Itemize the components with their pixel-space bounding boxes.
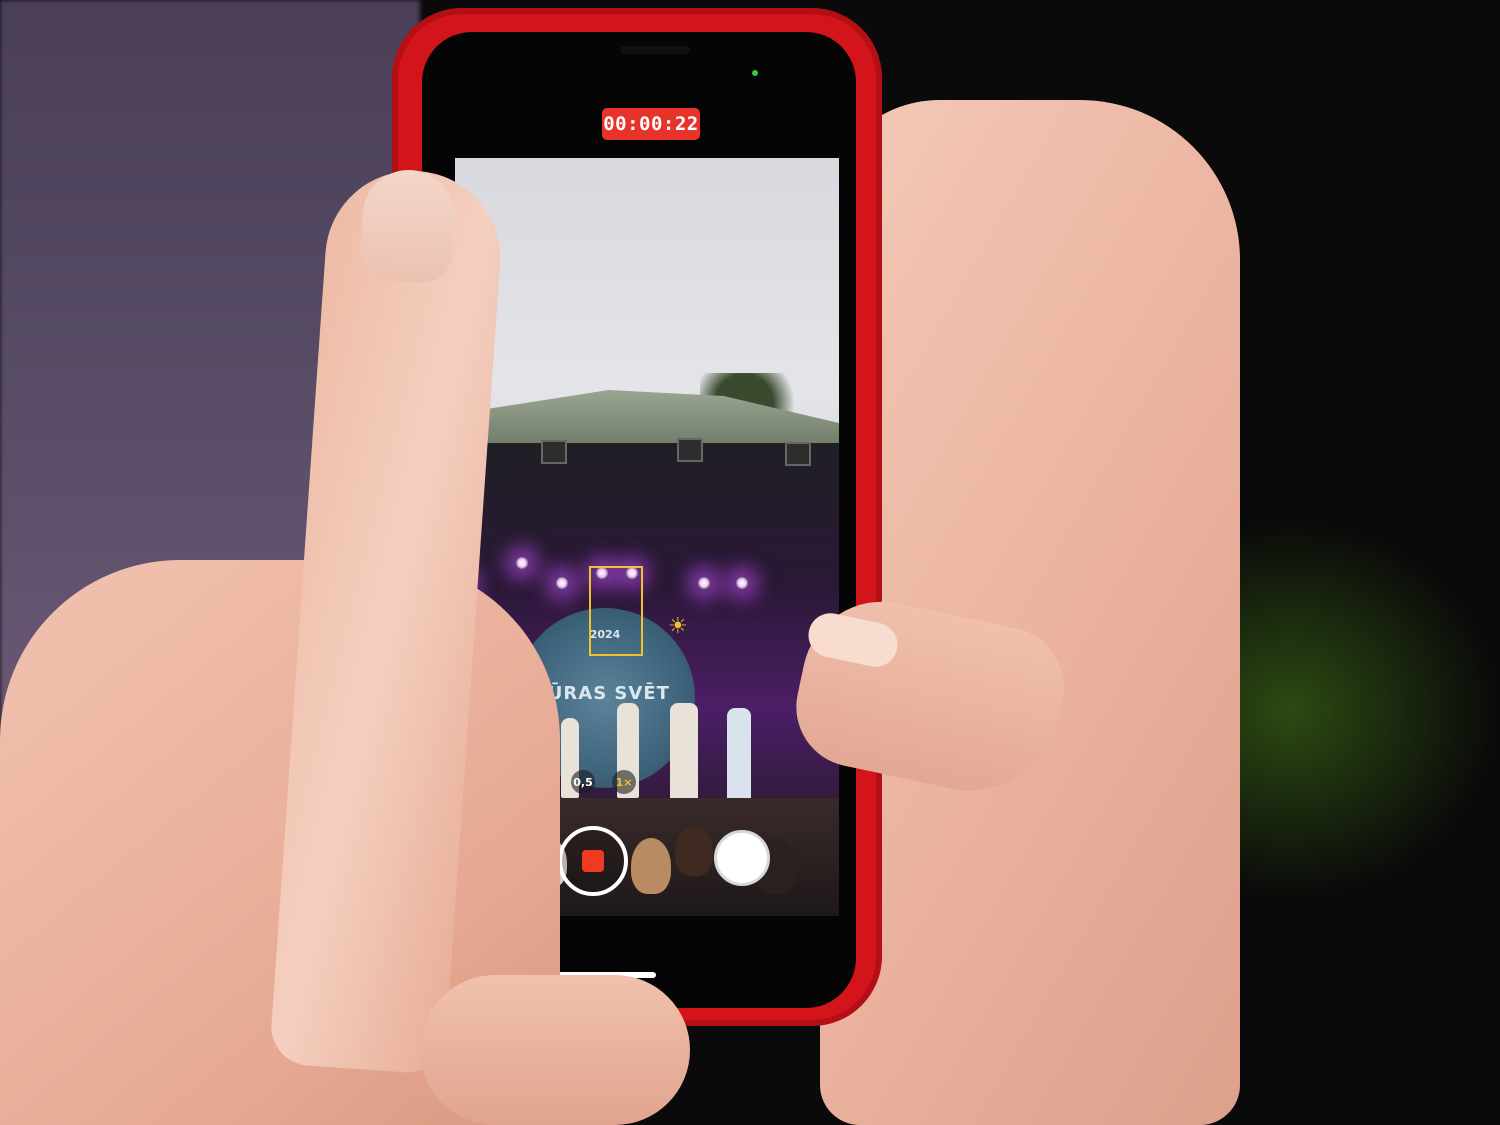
stage-spotlight <box>697 576 711 590</box>
crowd-head <box>631 838 671 894</box>
truss-light <box>677 438 703 462</box>
performer <box>727 708 751 803</box>
speaker-grille <box>620 46 690 54</box>
stop-icon <box>582 850 604 872</box>
recording-timer: 00:00:22 <box>602 108 700 140</box>
stage-spotlight <box>515 556 529 570</box>
zoom-standard-button[interactable]: 1× <box>612 770 636 794</box>
crowd-head <box>675 826 713 876</box>
stage-spotlight <box>735 576 749 590</box>
performer <box>670 703 698 803</box>
focus-box <box>589 566 643 656</box>
stage-spotlight <box>555 576 569 590</box>
left-thumb <box>420 975 690 1125</box>
truss-light <box>785 442 811 466</box>
photo-shutter-button[interactable] <box>714 830 770 886</box>
left-finger-nail <box>358 166 458 286</box>
zoom-wide-button[interactable]: 0,5 <box>571 770 595 794</box>
backdrop-title: JŪRAS SVĒT <box>540 683 670 704</box>
sun-icon[interactable]: ☀ <box>668 616 688 638</box>
truss-light <box>541 440 567 464</box>
camera-indicator-dot <box>752 70 758 76</box>
